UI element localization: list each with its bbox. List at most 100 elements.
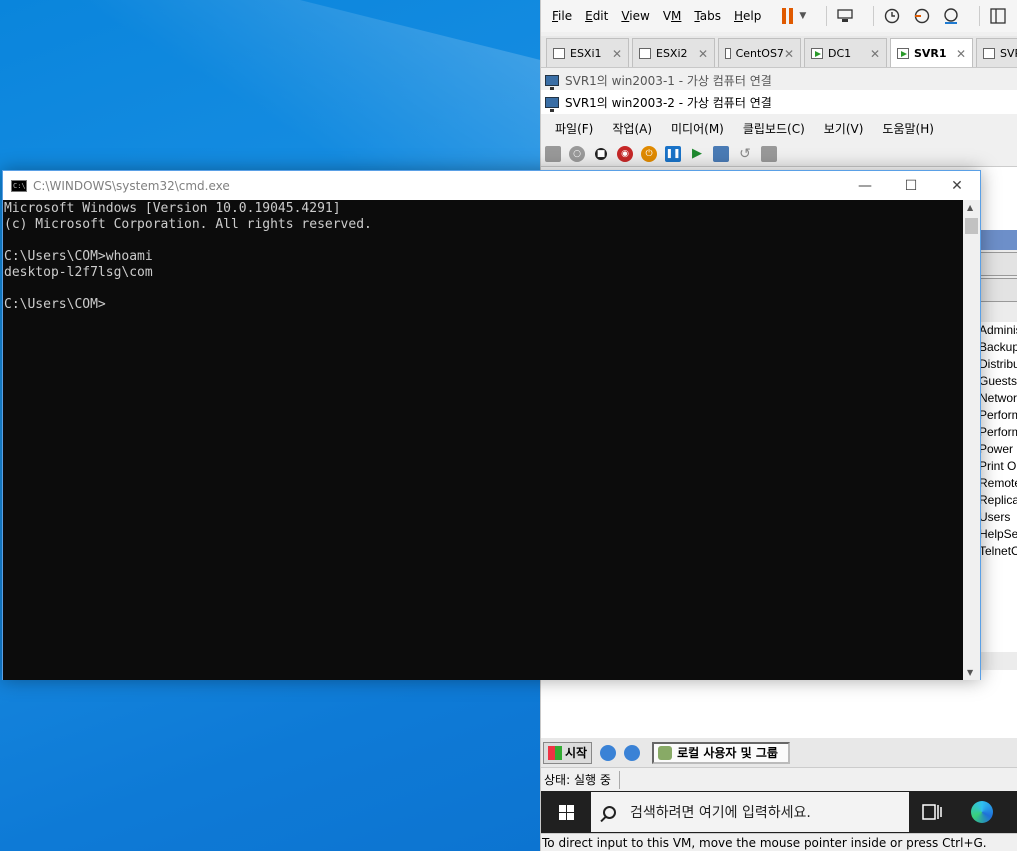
ctrl-alt-del-icon[interactable] [545, 145, 561, 162]
vmc-menu-help[interactable]: 도움말(H) [882, 120, 934, 137]
revert-icon[interactable]: ↺ [737, 146, 753, 162]
revert-snapshot-icon[interactable] [912, 7, 932, 25]
win10-taskbar: 검색하려면 여기에 입력하세요. [541, 791, 1017, 833]
chevron-down-icon[interactable]: ▼ [799, 11, 806, 21]
menu-file[interactable]: File [552, 9, 572, 23]
console-line: C:\Users\COM>whoami [4, 249, 153, 264]
guest-start-button[interactable]: 시작 [543, 741, 593, 764]
vm-status-bar: 상태: 실행 중 [541, 767, 1017, 791]
list-item[interactable]: Perform [978, 407, 1017, 424]
list-item[interactable]: Replica [978, 492, 1017, 509]
list-item[interactable]: Users [978, 509, 1017, 526]
tab-esxi2[interactable]: ESXi2 ✕ [632, 38, 715, 67]
vm-running-icon [811, 48, 823, 59]
close-icon[interactable]: ✕ [698, 47, 708, 61]
cmd-icon: C:\ [11, 179, 27, 192]
guest-taskbar: 시작 로컬 사용자 및 그룹 [541, 737, 1017, 767]
console-line: (c) Microsoft Corporation. All rights re… [4, 217, 372, 232]
guest-mmc-panel: Administ Backup Distribu Guests Network … [977, 230, 1017, 670]
pause-icon[interactable]: ❚❚ [665, 145, 681, 162]
edge-browser-icon[interactable] [971, 801, 993, 823]
list-item[interactable]: Network [978, 390, 1017, 407]
close-icon[interactable]: ✕ [612, 47, 622, 61]
guest-panel-toolbar [977, 278, 1017, 302]
tab-svr1[interactable]: SVR1 ✕ [890, 38, 973, 67]
snapshot-icon[interactable] [882, 7, 902, 25]
vm-icon [553, 48, 565, 59]
task-view-icon[interactable] [909, 791, 955, 833]
scroll-down-icon[interactable]: ▼ [967, 668, 973, 677]
vm-icon [639, 48, 651, 59]
vmc-menu-media[interactable]: 미디어(M) [671, 120, 724, 137]
vm-connection-menubar: 파일(F) 작업(A) 미디어(M) 클립보드(C) 보기(V) 도움말(H) [541, 115, 1017, 141]
list-item[interactable]: Distribu [978, 356, 1017, 373]
windows-flag-icon [548, 745, 562, 760]
tab-svr[interactable]: SVR [976, 38, 1017, 67]
list-item[interactable]: HelpSer [978, 526, 1017, 543]
tab-dc1[interactable]: DC1 ✕ [804, 38, 887, 67]
cmd-titlebar[interactable]: C:\ C:\WINDOWS\system32\cmd.exe [3, 171, 980, 200]
list-item[interactable]: Administ [978, 322, 1017, 339]
list-item[interactable]: Perform [978, 424, 1017, 441]
cmd-console[interactable]: Microsoft Windows [Version 10.0.19045.42… [3, 200, 965, 680]
vmware-status-bar: To direct input to this VM, move the mou… [541, 833, 1017, 851]
shutdown-icon[interactable]: ◉ [617, 145, 633, 162]
close-icon[interactable]: ✕ [784, 47, 794, 61]
vm-connection-title-1[interactable]: SVR1의 win2003-1 - 가상 컴퓨터 연결 [541, 69, 1017, 91]
tab-esxi1[interactable]: ESXi1 ✕ [546, 38, 629, 67]
list-item[interactable]: Backup [978, 339, 1017, 356]
enhanced-session-icon[interactable] [761, 145, 777, 162]
minimize-button[interactable]: — [842, 171, 888, 200]
close-button[interactable]: ✕ [934, 171, 980, 200]
monitor-icon [545, 74, 559, 90]
scroll-thumb[interactable] [965, 218, 978, 234]
cmd-title: C:\WINDOWS\system32\cmd.exe [33, 178, 230, 193]
monitor-icon [545, 96, 559, 112]
snapshot-manager-icon[interactable] [942, 7, 962, 25]
scroll-up-icon[interactable]: ▲ [967, 203, 973, 212]
list-item[interactable]: TelnetC [978, 543, 1017, 560]
checkpoint-icon[interactable] [713, 145, 729, 162]
list-item[interactable]: Guests [978, 373, 1017, 390]
vmc-menu-action[interactable]: 작업(A) [612, 120, 652, 137]
send-ctrl-alt-del-icon[interactable] [835, 7, 855, 25]
maximize-button[interactable]: ☐ [888, 171, 934, 200]
menu-view[interactable]: View [621, 9, 649, 23]
windows-start-icon[interactable] [541, 791, 591, 833]
ie-icon[interactable] [600, 744, 617, 761]
list-item[interactable]: Print Op [978, 458, 1017, 475]
vmware-menubar: File Edit View VM Tabs Help ▼ [541, 0, 1017, 32]
close-icon[interactable]: ✕ [956, 47, 966, 61]
toolbar-separator [826, 6, 828, 26]
list-item[interactable]: Power U [978, 441, 1017, 458]
list-item[interactable]: Remote [978, 475, 1017, 492]
menu-help[interactable]: Help [734, 9, 761, 23]
vm-status-text: 상태: 실행 중 [544, 773, 611, 787]
vmc-menu-view[interactable]: 보기(V) [824, 120, 864, 137]
taskbar-item-local-users[interactable]: 로컬 사용자 및 그룹 [652, 741, 790, 764]
vm-tab-strip: ESXi1✕ ESXi2✕ CentOS7✕ DC1✕ SVR1✕ SVR [541, 36, 1017, 68]
resume-icon[interactable]: ▶ [689, 146, 705, 162]
turn-off-icon[interactable]: ■ [593, 145, 609, 162]
menu-vm[interactable]: VM [663, 9, 682, 23]
explorer-icon[interactable] [624, 744, 641, 761]
tab-centos7[interactable]: CentOS7 ✕ [718, 38, 801, 67]
vmc-menu-file[interactable]: 파일(F) [555, 120, 593, 137]
taskbar-search-box[interactable]: 검색하려면 여기에 입력하세요. [591, 792, 909, 832]
sidebar-toggle-icon[interactable] [988, 7, 1008, 25]
pause-icon[interactable] [782, 8, 794, 24]
vmc-menu-clipboard[interactable]: 클립보드(C) [743, 120, 805, 137]
cmd-scrollbar[interactable]: ▲ ▼ [963, 200, 980, 680]
cmd-window[interactable]: C:\ C:\WINDOWS\system32\cmd.exe — ☐ ✕ Mi… [2, 170, 981, 680]
start-icon[interactable]: ○ [569, 145, 585, 162]
menu-tabs[interactable]: Tabs [694, 9, 721, 23]
menu-edit[interactable]: Edit [585, 9, 608, 23]
power-icon[interactable]: ⏻ [641, 145, 657, 162]
toolbar-separator [873, 6, 874, 26]
guest-panel-header [977, 230, 1017, 250]
close-icon[interactable]: ✕ [870, 47, 880, 61]
vm-connection-toolbar: ○ ■ ◉ ⏻ ❚❚ ▶ ↺ [541, 141, 1017, 167]
vm-connection-title-2[interactable]: SVR1의 win2003-2 - 가상 컴퓨터 연결 [541, 90, 1017, 114]
